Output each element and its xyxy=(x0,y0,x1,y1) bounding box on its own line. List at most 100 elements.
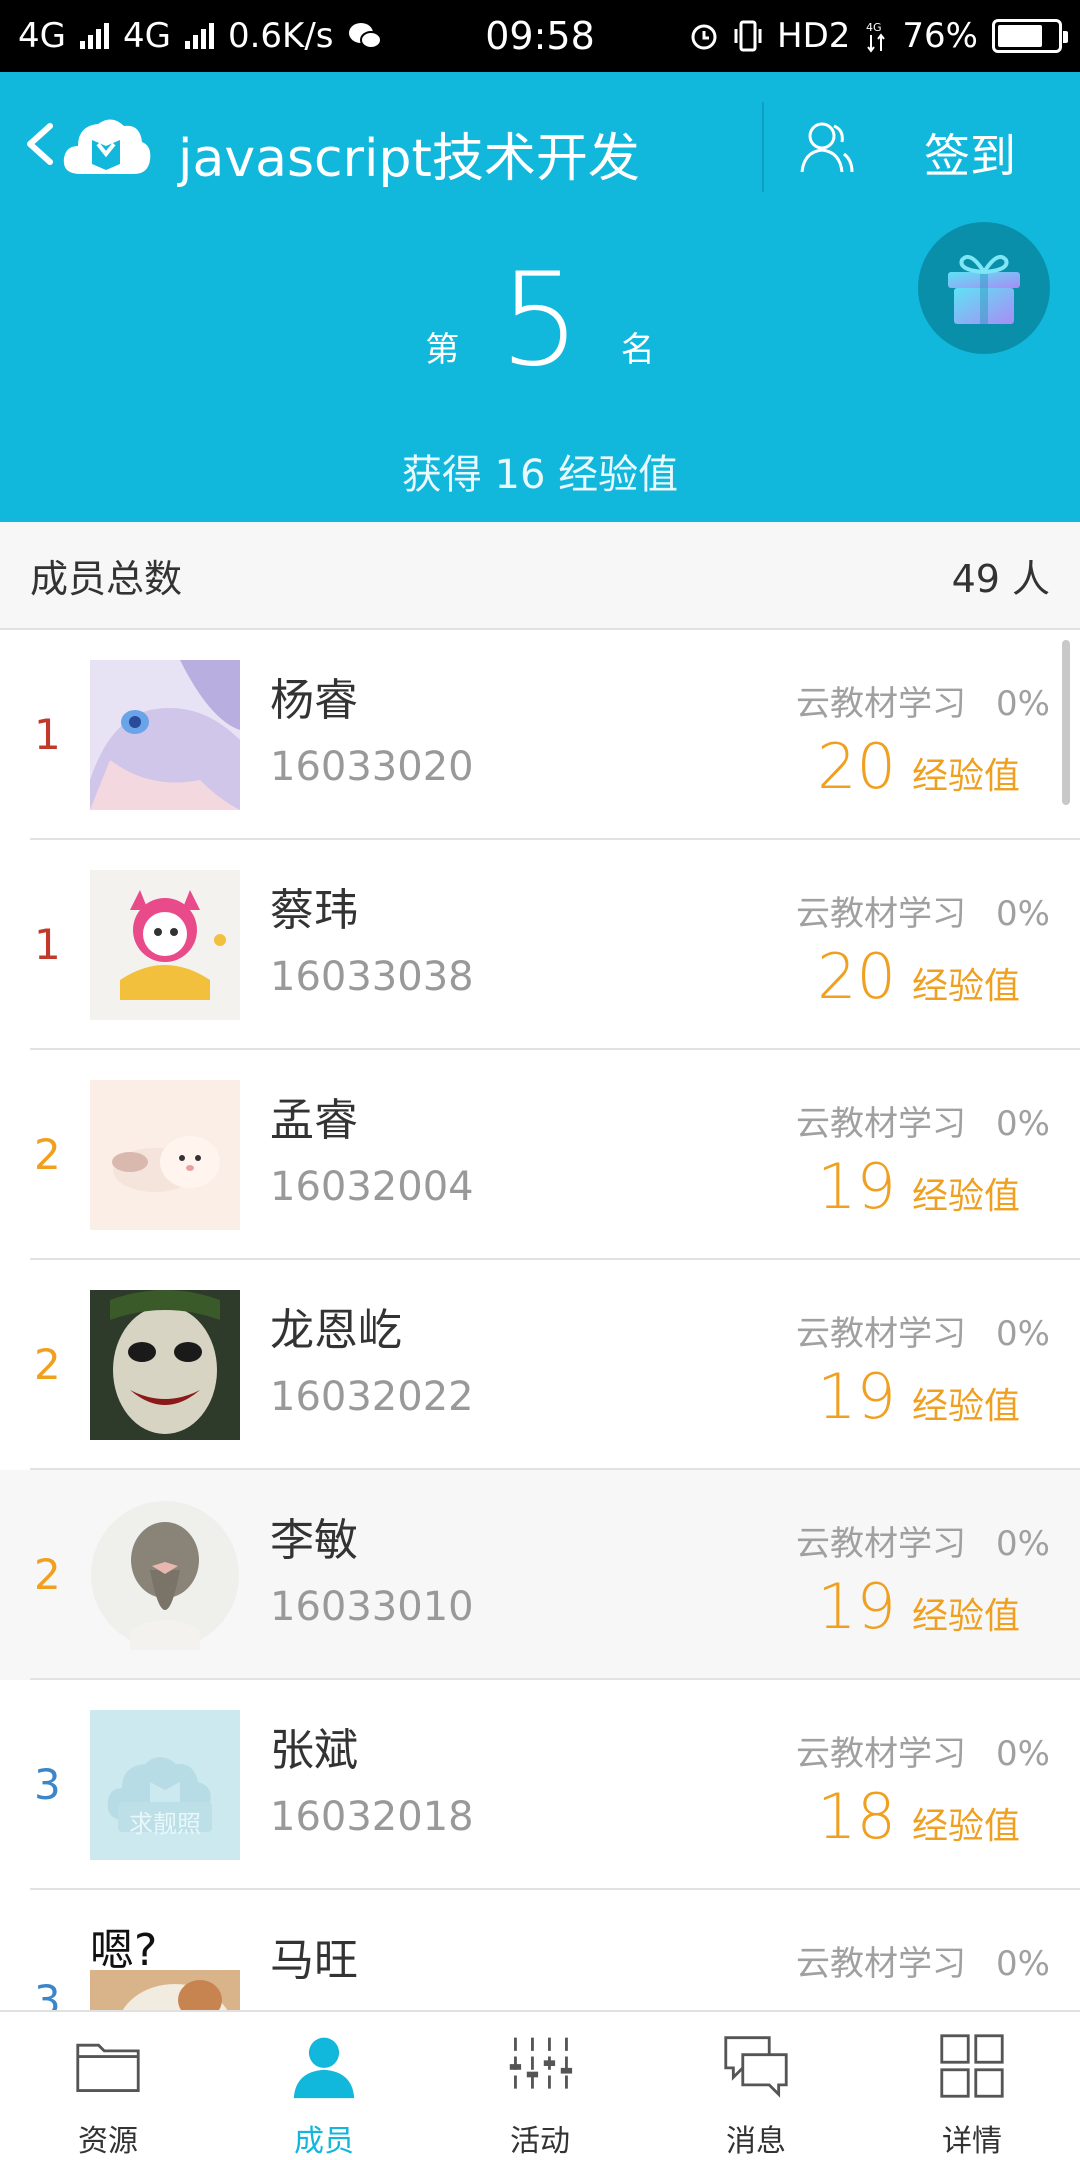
grid-icon xyxy=(940,2034,1004,2098)
members-icon[interactable] xyxy=(796,116,856,176)
member-exp: 18 经验值 xyxy=(817,1780,1020,1853)
study-percent: 0% xyxy=(996,1524,1050,1564)
member-row[interactable]: 1 蔡玮 16033038 云教材学习 0% 20 经验值 xyxy=(0,840,1080,1050)
member-row[interactable]: 2 龙恩屹 16032022 云教材学习 0% 19 经验值 xyxy=(0,1260,1080,1470)
member-rank: 2 xyxy=(34,1340,61,1389)
exp-unit: 经验值 xyxy=(911,756,1020,797)
study-progress: 云教材学习 0% xyxy=(796,1936,1050,1985)
signal-icon xyxy=(79,23,109,49)
member-row[interactable]: 3 求靓照 张斌 16032018 云教材学习 0% 18 经验值 xyxy=(0,1680,1080,1890)
member-total-count: 49 人 xyxy=(951,556,1050,601)
study-label: 云教材学习 xyxy=(796,1944,967,1984)
data-4g-icon: 4G xyxy=(866,21,886,53)
chat-icon xyxy=(724,2036,788,2098)
study-label: 云教材学习 xyxy=(796,1734,967,1774)
member-summary: 成员总数 49 人 xyxy=(0,522,1080,630)
tab-messages[interactable]: 消息 xyxy=(648,2012,864,2160)
status-left: 4G 4G 0.6K/s xyxy=(18,16,382,56)
study-percent: 0% xyxy=(996,1314,1050,1354)
top-bar: javascript技术开发 签到 xyxy=(0,72,1080,222)
tab-details[interactable]: 详情 xyxy=(864,2012,1080,2160)
vibrate-icon xyxy=(734,20,762,52)
study-label: 云教材学习 xyxy=(796,894,967,934)
cloud-book-logo-icon xyxy=(63,119,151,174)
member-name: 李敏 xyxy=(270,1515,358,1566)
member-id: 16033020 xyxy=(270,744,474,790)
battery-icon xyxy=(992,19,1068,53)
study-progress: 云教材学习 0% xyxy=(796,1516,1050,1565)
avatar xyxy=(90,870,240,1020)
study-label: 云教材学习 xyxy=(796,684,967,724)
study-progress: 云教材学习 0% xyxy=(796,1096,1050,1145)
tab-label: 消息 xyxy=(726,2124,786,2159)
rank-display: 第 5 名 xyxy=(0,257,1080,385)
member-exp: 20 经验值 xyxy=(817,940,1020,1013)
signal-icon-2 xyxy=(184,23,214,49)
wechat-icon xyxy=(348,23,382,49)
member-rank: 1 xyxy=(34,710,61,759)
tab-members[interactable]: 成员 xyxy=(216,2012,432,2160)
network-type-2: 4G xyxy=(122,16,171,56)
member-row[interactable]: 2 李敏 16033010 云教材学习 0% 19 经验值 xyxy=(0,1470,1080,1680)
member-row[interactable]: 1 杨睿 16033020 云教材学习 0% 20 经验值 xyxy=(0,630,1080,840)
sliders-icon xyxy=(509,2037,573,2095)
study-progress: 云教材学习 0% xyxy=(796,886,1050,935)
avatar-caption: 嗯? xyxy=(90,1925,158,1976)
member-id: 16033010 xyxy=(270,1584,474,1630)
avatar xyxy=(90,660,240,810)
avatar: 求靓照 xyxy=(90,1710,240,1860)
study-label: 云教材学习 xyxy=(796,1524,967,1564)
person-icon xyxy=(293,2037,355,2099)
member-total-label: 成员总数 xyxy=(30,556,183,601)
exp-unit: 经验值 xyxy=(911,966,1020,1007)
member-exp: 19 经验值 xyxy=(817,1150,1020,1223)
member-name: 龙恩屹 xyxy=(270,1305,402,1356)
status-bar: 4G 4G 0.6K/s 09:58 HD2 4G 76% xyxy=(0,0,1080,72)
exp-value: 20 xyxy=(817,940,896,1013)
member-id: 16032018 xyxy=(270,1794,474,1840)
tab-resources[interactable]: 资源 xyxy=(0,2012,216,2160)
exp-unit: 经验值 xyxy=(911,1176,1020,1217)
member-list: 1 杨睿 16033020 云教材学习 0% 20 经验值 1 蔡玮 1603303… xyxy=(0,630,1080,2100)
status-right: HD2 4G 76% xyxy=(689,16,1068,56)
avatar xyxy=(90,1290,240,1440)
group-header: javascript技术开发 签到 第 5 名 获得 16 经验值 xyxy=(0,72,1080,522)
scrollbar[interactable] xyxy=(1062,640,1070,805)
member-rank: 2 xyxy=(34,1550,61,1599)
avatar xyxy=(90,1500,240,1650)
svg-text:4G: 4G xyxy=(866,21,882,34)
exp-value: 20 xyxy=(817,730,896,803)
study-percent: 0% xyxy=(996,1944,1050,1984)
avatar xyxy=(90,1080,240,1230)
tab-label: 详情 xyxy=(942,2124,1002,2159)
exp-unit: 经验值 xyxy=(911,1596,1020,1637)
bottom-nav: 资源 成员 活动 消息 详情 xyxy=(0,2010,1080,2160)
member-exp: 19 经验值 xyxy=(817,1360,1020,1433)
member-name: 蔡玮 xyxy=(270,885,358,936)
hd-indicator: HD2 xyxy=(777,16,851,56)
tab-label: 成员 xyxy=(294,2124,354,2159)
exp-unit: 经验值 xyxy=(911,1806,1020,1847)
member-row[interactable]: 2 孟睿 16032004 云教材学习 0% 19 经验值 xyxy=(0,1050,1080,1260)
member-exp: 20 经验值 xyxy=(817,730,1020,803)
member-name: 马旺 xyxy=(270,1935,358,1986)
group-title: javascript技术开发 xyxy=(178,129,640,189)
exp-value: 18 xyxy=(817,1780,896,1853)
member-name: 孟睿 xyxy=(270,1095,358,1146)
back-arrow-icon[interactable] xyxy=(22,120,58,168)
member-exp: 19 经验值 xyxy=(817,1570,1020,1643)
tab-activities[interactable]: 活动 xyxy=(432,2012,648,2160)
network-speed: 0.6K/s xyxy=(227,16,334,56)
study-percent: 0% xyxy=(996,894,1050,934)
member-name: 张斌 xyxy=(270,1725,358,1776)
rank-prefix: 第 xyxy=(425,330,460,370)
study-percent: 0% xyxy=(996,1104,1050,1144)
member-id: 16032004 xyxy=(270,1164,474,1210)
rank-number: 5 xyxy=(499,246,581,395)
study-label: 云教材学习 xyxy=(796,1314,967,1354)
tab-label: 活动 xyxy=(510,2124,570,2159)
exp-value: 19 xyxy=(817,1570,896,1643)
checkin-button[interactable]: 签到 xyxy=(924,120,1016,186)
study-progress: 云教材学习 0% xyxy=(796,676,1050,725)
network-type-1: 4G xyxy=(18,16,66,56)
